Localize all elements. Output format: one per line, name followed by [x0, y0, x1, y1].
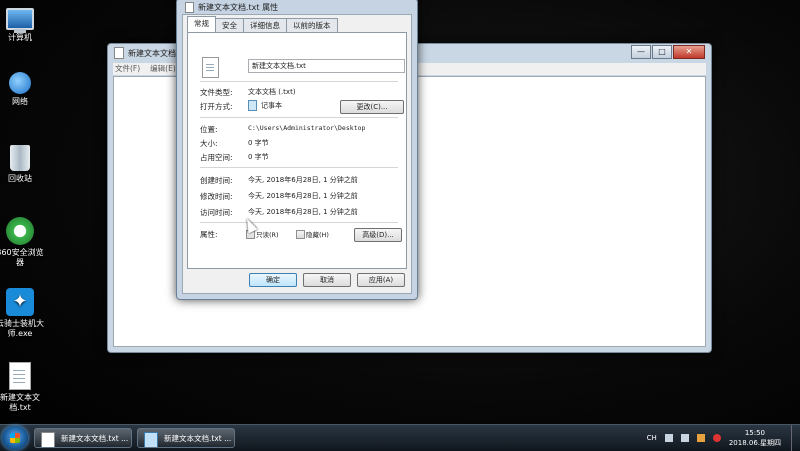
close-button[interactable]: ✕ — [673, 45, 705, 59]
properties-body: 常规 安全 详细信息 以前的版本 新建文本文档.txt 文件类型: 文本文档 (… — [182, 14, 412, 294]
size-label: 大小: — [200, 139, 218, 148]
readonly-label[interactable]: 只读(R) — [256, 229, 279, 239]
network-tray-icon[interactable] — [680, 434, 689, 442]
accessed-value: 今天, 2018年6月28日, 1 分钟之前 — [248, 208, 358, 216]
text-file-icon — [41, 432, 55, 447]
attributes-label: 属性: — [200, 230, 218, 239]
size-on-disk-label: 占用空间: — [200, 153, 233, 162]
text-file-icon — [202, 57, 219, 78]
volume-muted-icon[interactable] — [712, 434, 721, 442]
file-type-value: 文本文档 (.txt) — [248, 88, 296, 96]
desktop-icon-network[interactable]: 网络 — [0, 72, 45, 107]
hidden-label[interactable]: 隐藏(H) — [306, 229, 329, 239]
action-center-icon[interactable] — [696, 434, 705, 442]
taskbar-button-label: 新建文本文档.txt ... — [61, 434, 129, 443]
tab-general[interactable]: 常规 — [187, 16, 216, 32]
created-label: 创建时间: — [200, 176, 233, 185]
recycle-bin-icon — [10, 145, 30, 171]
tab-previous-versions[interactable]: 以前的版本 — [286, 18, 338, 32]
advanced-button[interactable]: 高级(D)... — [354, 228, 402, 242]
desktop-icon-label: 云骑士装机大师.exe — [0, 319, 44, 338]
start-button[interactable] — [2, 426, 28, 450]
taskbar-button-notepad[interactable]: 新建文本文档.txt ... — [137, 428, 235, 448]
size-value: 0 字节 — [248, 139, 269, 147]
modified-value: 今天, 2018年6月28日, 1 分钟之前 — [248, 192, 358, 200]
keyboard-icon[interactable] — [664, 434, 673, 442]
notepad-icon — [248, 100, 257, 111]
location-value: C:\Users\Administrator\Desktop — [248, 124, 366, 132]
browser-360-icon — [6, 217, 34, 245]
divider — [200, 117, 398, 118]
apply-button[interactable]: 应用(A) — [357, 273, 405, 287]
desktop-icon-text-file[interactable]: 新建文本文档.txt — [0, 362, 45, 413]
language-indicator[interactable]: CH — [647, 434, 657, 442]
desktop-icon-recycle-bin[interactable]: 回收站 — [0, 145, 45, 184]
opens-with-value: 记事本 — [248, 100, 282, 111]
divider — [200, 222, 398, 223]
file-icon-small — [185, 2, 194, 13]
window-controls: — □ ✕ — [631, 45, 705, 59]
menu-edit[interactable]: 编辑(E) — [150, 63, 176, 75]
opens-with-app: 记事本 — [261, 101, 282, 110]
change-button[interactable]: 更改(C)... — [340, 100, 404, 114]
clock[interactable]: 15:50 2018.06.星期四 — [729, 428, 781, 448]
network-icon — [9, 72, 31, 94]
divider — [200, 167, 398, 168]
properties-title: 新建文本文档.txt 属性 — [198, 3, 279, 12]
file-type-label: 文件类型: — [200, 88, 233, 97]
desktop-icon-label: 新建文本文档.txt — [0, 393, 40, 412]
tab-security[interactable]: 安全 — [215, 18, 244, 32]
properties-title-bar[interactable]: 新建文本文档.txt 属性 — [185, 2, 278, 13]
desktop-icon-label: 回收站 — [8, 174, 32, 183]
created-value: 今天, 2018年6月28日, 1 分钟之前 — [248, 176, 358, 184]
hidden-checkbox[interactable] — [296, 230, 305, 239]
text-file-icon — [9, 362, 31, 390]
opens-with-label: 打开方式: — [200, 102, 233, 111]
taskbar-button-text-file[interactable]: 新建文本文档.txt ... — [34, 428, 132, 448]
taskbar: 新建文本文档.txt ... 新建文本文档.txt ... CH 15:50 2… — [0, 424, 800, 451]
maximize-button[interactable]: □ — [652, 45, 672, 59]
properties-dialog[interactable]: 新建文本文档.txt 属性 常规 安全 详细信息 以前的版本 新建文本文档.tx… — [176, 0, 418, 300]
show-desktop-button[interactable] — [791, 425, 800, 451]
modified-label: 修改时间: — [200, 192, 233, 201]
computer-icon — [6, 8, 34, 33]
divider — [200, 81, 398, 82]
notepad-icon — [144, 432, 158, 447]
notepad-icon — [114, 47, 124, 59]
system-tray: CH 15:50 2018.06.星期四 — [647, 425, 800, 451]
taskbar-button-label: 新建文本文档.txt ... — [164, 434, 232, 443]
desktop-icon-computer[interactable]: 计算机 — [0, 4, 45, 43]
properties-tabs: 常规 安全 详细信息 以前的版本 — [187, 16, 338, 32]
desktop-icon-label: 360安全浏览器 — [0, 248, 44, 267]
desktop-icon-yunqishi[interactable]: ✦ 云骑士装机大师.exe — [0, 288, 45, 339]
filename-field[interactable]: 新建文本文档.txt — [248, 59, 405, 73]
location-label: 位置: — [200, 125, 218, 134]
yunqishi-icon: ✦ — [6, 288, 34, 316]
ok-button[interactable]: 确定 — [249, 273, 297, 287]
tab-details[interactable]: 详细信息 — [243, 18, 287, 32]
minimize-button[interactable]: — — [631, 45, 651, 59]
general-panel: 新建文本文档.txt 文件类型: 文本文档 (.txt) 打开方式: 记事本 更… — [187, 32, 407, 269]
desktop-icon-360-browser[interactable]: 360安全浏览器 — [0, 217, 45, 268]
size-on-disk-value: 0 字节 — [248, 153, 269, 161]
menu-file[interactable]: 文件(F) — [115, 63, 140, 75]
cancel-button[interactable]: 取消 — [303, 273, 351, 287]
clock-time: 15:50 — [744, 429, 765, 437]
desktop-icon-label: 计算机 — [8, 33, 32, 42]
clock-date: 2018.06.星期四 — [728, 439, 781, 447]
accessed-label: 访问时间: — [200, 208, 233, 217]
desktop-icon-label: 网络 — [12, 97, 28, 106]
